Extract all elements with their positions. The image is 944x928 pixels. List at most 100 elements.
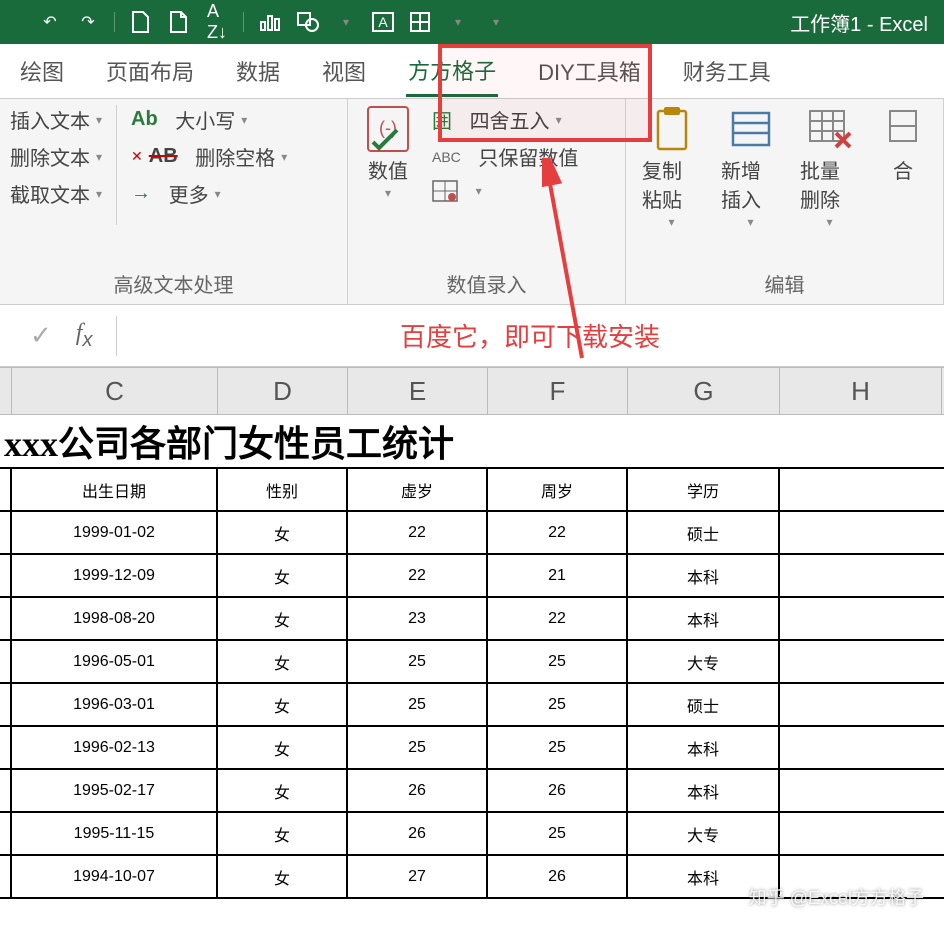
cell[interactable] (0, 512, 12, 553)
cell[interactable] (0, 856, 12, 897)
cell[interactable]: 女 (218, 856, 348, 897)
cell[interactable] (780, 555, 942, 596)
case-button[interactable]: Ab 大小写▾ (131, 105, 287, 134)
cell[interactable]: 本科 (628, 555, 780, 596)
cell[interactable] (0, 727, 12, 768)
cell[interactable]: 女 (218, 512, 348, 553)
tab-pagelayout[interactable]: 页面布局 (104, 47, 196, 95)
col-header[interactable]: F (488, 368, 628, 414)
new-file-icon[interactable] (129, 10, 153, 34)
cell[interactable]: 1995-02-17 (12, 770, 218, 811)
tab-view[interactable]: 视图 (320, 47, 368, 95)
cell[interactable]: 25 (488, 727, 628, 768)
copy-paste-button[interactable]: 复制粘贴▾ (636, 105, 707, 229)
cell[interactable]: 1999-01-02 (12, 512, 218, 553)
cell[interactable] (780, 641, 942, 682)
cell[interactable]: 1994-10-07 (12, 856, 218, 897)
cell[interactable]: 本科 (628, 770, 780, 811)
cell[interactable]: 大专 (628, 641, 780, 682)
keep-values-button[interactable]: ABC 只保留数值 (432, 142, 578, 171)
cell[interactable]: 1996-05-01 (12, 641, 218, 682)
delete-space-button[interactable]: ✕AB 删除空格▾ (131, 142, 287, 171)
cell[interactable]: 女 (218, 770, 348, 811)
insert-button[interactable]: 新增插入▾ (715, 105, 786, 229)
cell[interactable]: 女 (218, 727, 348, 768)
cell[interactable]: 22 (348, 555, 488, 596)
qat-customize-icon[interactable]: ▾ (484, 10, 508, 34)
cell[interactable] (780, 770, 942, 811)
sheet-title-cell[interactable]: xxx公司各部门女性员工统计 (0, 415, 944, 469)
cell[interactable] (0, 598, 12, 639)
cell[interactable]: 1998-08-20 (12, 598, 218, 639)
cell[interactable] (780, 727, 942, 768)
round-button[interactable]: 囲 四舍五入▾ (432, 105, 578, 134)
cell[interactable]: 女 (218, 684, 348, 725)
delete-text-button[interactable]: 删除文本▾ (10, 142, 102, 171)
cell[interactable]: 26 (488, 770, 628, 811)
cell[interactable]: 大专 (628, 813, 780, 854)
cell[interactable]: 26 (348, 770, 488, 811)
table-header[interactable]: 出生日期 (12, 469, 218, 510)
table-header[interactable]: 性别 (218, 469, 348, 510)
cell[interactable]: 26 (348, 813, 488, 854)
cell[interactable]: 25 (348, 727, 488, 768)
row-header-stub[interactable] (0, 368, 12, 414)
cell[interactable]: 22 (488, 598, 628, 639)
grid-icon[interactable] (408, 10, 432, 34)
extract-text-button[interactable]: 截取文本▾ (10, 179, 102, 208)
chevron-down-icon[interactable]: ▾ (446, 10, 470, 34)
cell[interactable]: 22 (348, 512, 488, 553)
table-header[interactable]: 虚岁 (348, 469, 488, 510)
cell[interactable]: 1996-02-13 (12, 727, 218, 768)
batch-delete-button[interactable]: 批量删除▾ (794, 105, 865, 229)
cell[interactable]: 本科 (628, 727, 780, 768)
cell[interactable] (0, 555, 12, 596)
cell[interactable]: 25 (348, 641, 488, 682)
cell[interactable]: 25 (488, 813, 628, 854)
fx-icon[interactable]: fx (76, 320, 93, 352)
col-header[interactable]: D (218, 368, 348, 414)
col-header[interactable]: C (12, 368, 218, 414)
cell[interactable]: 23 (348, 598, 488, 639)
table-header[interactable]: 周岁 (488, 469, 628, 510)
cell[interactable] (0, 684, 12, 725)
tab-fangfang[interactable]: 方方格子 (406, 46, 498, 97)
cell[interactable] (0, 813, 12, 854)
cell[interactable]: 25 (488, 684, 628, 725)
cell[interactable]: 27 (348, 856, 488, 897)
col-header[interactable]: H (780, 368, 942, 414)
more-button[interactable]: → 更多▾ (131, 179, 287, 208)
chevron-down-icon[interactable]: ▾ (334, 10, 358, 34)
cell[interactable] (780, 684, 942, 725)
tab-finance[interactable]: 财务工具 (681, 47, 773, 95)
cell-tool-button[interactable]: ▾ (432, 179, 578, 202)
cell[interactable]: 硕士 (628, 512, 780, 553)
cell[interactable] (780, 512, 942, 553)
textbox-icon[interactable]: A (372, 12, 394, 32)
cell[interactable] (780, 598, 942, 639)
cell[interactable]: 1995-11-15 (12, 813, 218, 854)
cell[interactable]: 26 (488, 856, 628, 897)
cell[interactable]: 女 (218, 641, 348, 682)
cell[interactable]: 25 (348, 684, 488, 725)
insert-text-button[interactable]: 插入文本▾ (10, 105, 102, 134)
tab-diy[interactable]: DIY工具箱 (536, 47, 643, 95)
cell[interactable] (0, 641, 12, 682)
cancel-icon[interactable]: ✓ (30, 320, 52, 351)
tab-data[interactable]: 数据 (234, 47, 282, 95)
number-button[interactable]: (-) 数值▾ (358, 105, 418, 200)
table-header[interactable]: 学历 (628, 469, 780, 510)
cell[interactable]: 25 (488, 641, 628, 682)
cell[interactable]: 硕士 (628, 684, 780, 725)
redo-icon[interactable]: ↷ (76, 10, 100, 34)
cell[interactable] (0, 770, 12, 811)
open-file-icon[interactable] (167, 10, 191, 34)
cell[interactable]: 女 (218, 598, 348, 639)
col-header[interactable]: E (348, 368, 488, 414)
sort-icon[interactable]: AZ↓ (205, 10, 229, 34)
shapes-icon[interactable] (296, 10, 320, 34)
merge-button[interactable]: 合 (873, 105, 933, 184)
chart-icon[interactable] (258, 10, 282, 34)
cell[interactable]: 女 (218, 555, 348, 596)
cell[interactable] (780, 813, 942, 854)
